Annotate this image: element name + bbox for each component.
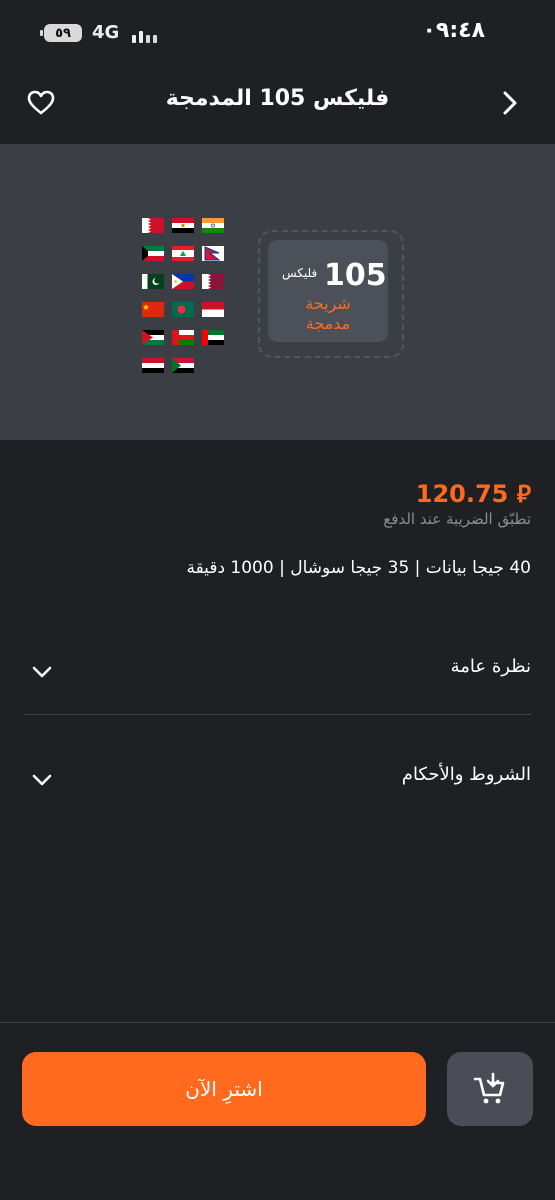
- bahrain-flag-icon: [142, 218, 164, 233]
- oman-flag-icon: [172, 330, 194, 345]
- card-label-line2: مدمجة: [305, 314, 351, 333]
- indonesia-flag-icon: [202, 302, 224, 317]
- nepal-flag-icon: [202, 246, 224, 261]
- tax-note: تطبّق الضريبة عند الدفع: [383, 510, 531, 528]
- accordion-title: الشروط والأحكام: [401, 764, 531, 785]
- terms-accordion[interactable]: الشروط والأحكام: [24, 748, 531, 808]
- page-title: فليكس 105 المدمجة: [165, 86, 390, 111]
- egypt-flag-icon: [172, 218, 194, 233]
- yemen-flag-icon: [142, 358, 164, 373]
- buy-now-button[interactable]: اشترِ الآن: [22, 1052, 426, 1126]
- esim-card-graphic: فليكس 105 شريحة مدمجة: [268, 240, 388, 342]
- network-type: 4G: [92, 22, 120, 43]
- jordan-flag-icon: [142, 330, 164, 345]
- status-time: ٠٩:٤٨: [422, 18, 485, 43]
- bangladesh-flag-icon: [172, 302, 194, 317]
- accordion-title: نظرة عامة: [450, 656, 531, 677]
- india-flag-icon: [202, 218, 224, 233]
- status-bar: ٥٩ 4G ٠٩:٤٨: [0, 0, 555, 64]
- chevron-down-icon: [30, 768, 54, 792]
- qatar-flag-icon: [202, 274, 224, 289]
- signal-icon: [132, 25, 158, 43]
- card-label-line1: شريحة: [305, 294, 351, 313]
- divider: [24, 714, 531, 715]
- sudan-flag-icon: [172, 358, 194, 373]
- bottom-bar-divider: [0, 1022, 555, 1023]
- product-hero-image: فليكس 105 شريحة مدمجة: [0, 144, 555, 440]
- battery-indicator: ٥٩: [40, 24, 82, 42]
- card-brand: فليكس: [282, 266, 318, 280]
- chevron-right-icon[interactable]: [495, 88, 525, 118]
- lebanon-flag-icon: [172, 246, 194, 261]
- bundle-details: 40 جيجا بيانات | 35 جيجا سوشال | 1000 دق…: [186, 558, 531, 578]
- heart-icon[interactable]: [26, 88, 56, 118]
- uae-flag-icon: [202, 330, 224, 345]
- add-to-cart-button[interactable]: [447, 1052, 533, 1126]
- pakistan-flag-icon: [142, 274, 164, 289]
- overview-accordion[interactable]: نظرة عامة: [24, 640, 531, 700]
- product-price: 120.75 ⃁: [415, 480, 531, 508]
- card-number: 105: [324, 258, 387, 293]
- chevron-down-icon: [30, 660, 54, 684]
- add-to-cart-icon: [473, 1072, 505, 1104]
- philippines-flag-icon: [172, 274, 194, 289]
- kuwait-flag-icon: [142, 246, 164, 261]
- nav-bar: فليكس 105 المدمجة: [0, 64, 555, 144]
- china-flag-icon: [142, 302, 164, 317]
